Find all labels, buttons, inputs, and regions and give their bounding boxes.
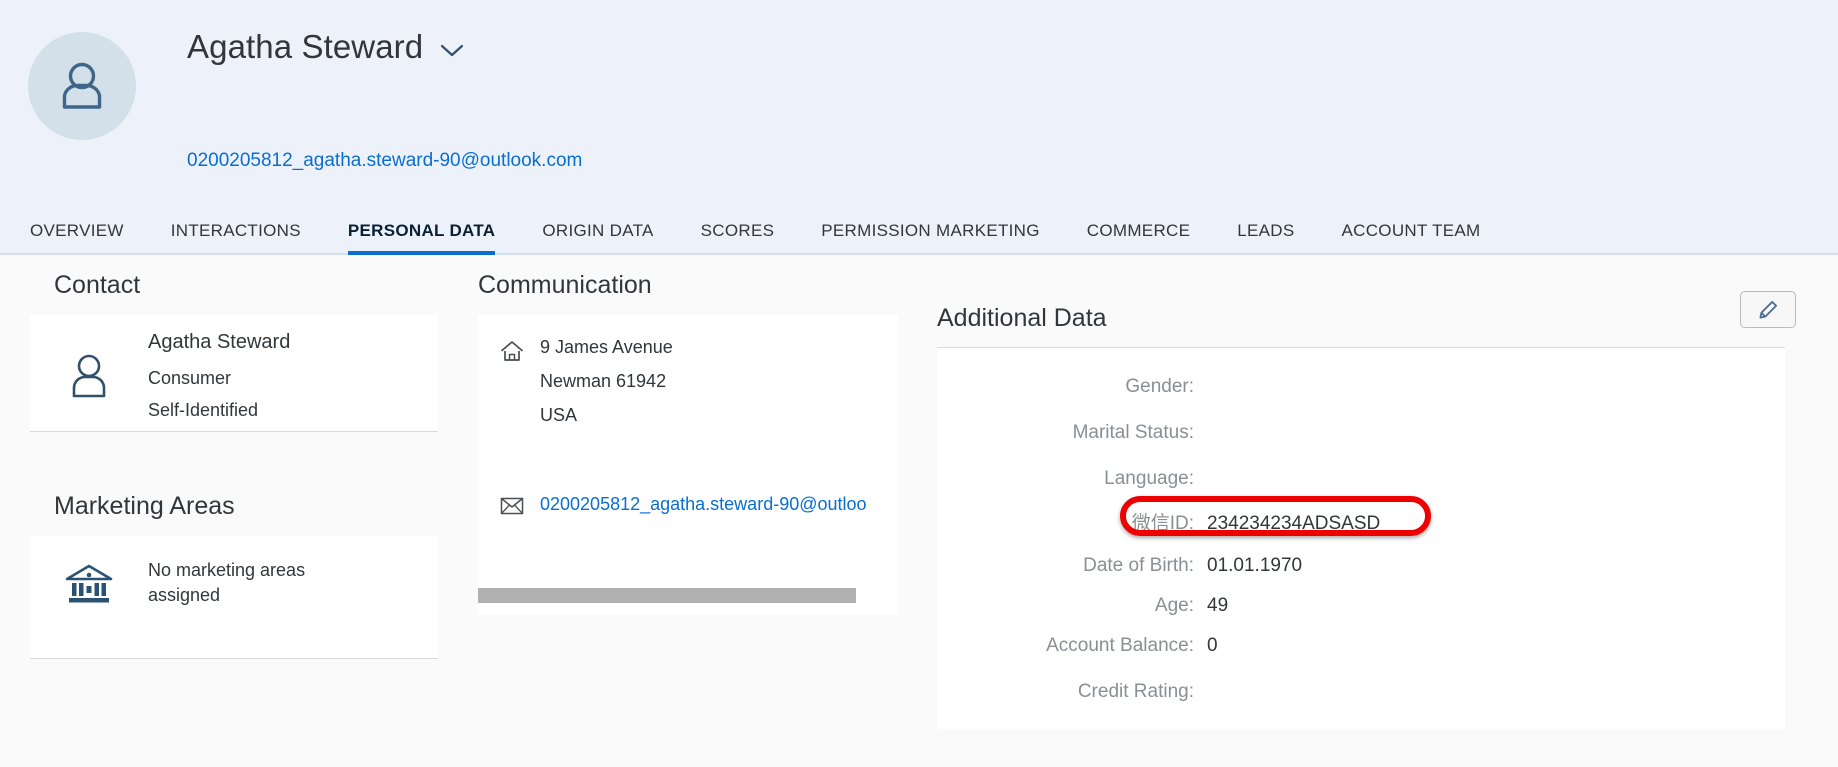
- address-row: 9 James Avenue Newman 61942 USA: [478, 315, 898, 439]
- contact-origin: Self-Identified: [148, 400, 259, 420]
- field-row-gender: Gender:: [937, 370, 1785, 398]
- field-row-marital-status: Marital Status:: [937, 416, 1785, 444]
- field-label: Marital Status:: [1072, 422, 1194, 443]
- chevron-down-icon[interactable]: [439, 37, 465, 63]
- additional-data-card: Gender: Marital Status: Language: 微信ID: …: [937, 347, 1785, 729]
- contact-section-title: Contact: [54, 271, 141, 299]
- object-page-header: Agatha Steward 0200205812_agatha.steward…: [0, 0, 1838, 255]
- home-icon: [478, 337, 540, 363]
- contact-column: Contact Agatha Steward Consumer Self-Ide…: [30, 271, 438, 659]
- field-label: Account Balance:: [1046, 635, 1194, 656]
- field-value: 0: [1207, 635, 1218, 656]
- field-row-language: Language:: [937, 462, 1785, 490]
- address-line-1: 9 James Avenue: [540, 337, 673, 357]
- contact-card: Agatha Steward Consumer Self-Identified: [30, 315, 438, 432]
- person-avatar-icon: [62, 62, 102, 109]
- field-label: Credit Rating:: [1077, 681, 1194, 702]
- tab-origin-data[interactable]: ORIGIN DATA: [542, 205, 653, 255]
- communication-email-link[interactable]: 0200205812_agatha.steward-90@outloo: [540, 494, 867, 515]
- communication-card: 9 James Avenue Newman 61942 USA 02002058…: [478, 315, 898, 615]
- header-email-link[interactable]: 0200205812_agatha.steward-90@outlook.com: [187, 150, 582, 172]
- tab-personal-data[interactable]: PERSONAL DATA: [347, 205, 496, 255]
- object-title-row: Agatha Steward: [187, 28, 465, 66]
- page-content: Contact Agatha Steward Consumer Self-Ide…: [0, 257, 1838, 767]
- field-label: 微信ID:: [1131, 513, 1194, 534]
- tab-overview[interactable]: OVERVIEW: [30, 205, 124, 255]
- marketing-areas-card: No marketing areas assigned: [30, 536, 438, 659]
- scrollbar-thumb[interactable]: [478, 588, 856, 603]
- tab-interactions[interactable]: INTERACTIONS: [171, 205, 301, 255]
- contact-type: Consumer: [148, 368, 232, 388]
- tab-commerce[interactable]: COMMERCE: [1087, 205, 1190, 255]
- field-row-account-balance: Account Balance: 0: [937, 635, 1785, 657]
- bank-building-icon: [30, 558, 148, 606]
- field-label: Date of Birth:: [1083, 555, 1194, 576]
- field-label: Age:: [1154, 595, 1194, 616]
- field-value: 01.01.1970: [1207, 555, 1303, 576]
- page-title: Agatha Steward: [187, 28, 424, 65]
- horizontal-scrollbar[interactable]: [478, 588, 898, 603]
- field-value: 234234234ADSASD: [1207, 513, 1381, 534]
- tab-bar: OVERVIEW INTERACTIONS PERSONAL DATA ORIG…: [0, 205, 1838, 255]
- address-lines: 9 James Avenue Newman 61942 USA: [540, 337, 673, 439]
- field-label: Language:: [1104, 468, 1194, 489]
- email-row: 0200205812_agatha.steward-90@outloo: [478, 439, 898, 515]
- envelope-icon: [478, 494, 540, 515]
- tab-permission-marketing[interactable]: PERMISSION MARKETING: [821, 205, 1040, 255]
- contact-name: Agatha Steward: [148, 331, 291, 353]
- marketing-areas-section: Marketing Areas No marketing areas assig…: [30, 492, 438, 659]
- contact-details: Agatha Steward Consumer Self-Identified: [148, 329, 290, 432]
- tab-account-team[interactable]: ACCOUNT TEAM: [1342, 205, 1481, 255]
- tab-scores[interactable]: SCORES: [701, 205, 775, 255]
- field-label: Gender:: [1125, 376, 1194, 397]
- avatar[interactable]: [28, 32, 136, 140]
- address-line-3: USA: [540, 405, 578, 425]
- marketing-areas-empty-text: No marketing areas assigned: [148, 560, 306, 605]
- address-line-2: Newman 61942: [540, 371, 667, 391]
- communication-section-title: Communication: [478, 271, 652, 299]
- marketing-areas-section-title: Marketing Areas: [54, 492, 235, 520]
- field-value: 49: [1207, 595, 1229, 616]
- field-row-date-of-birth: Date of Birth: 01.01.1970: [937, 555, 1785, 577]
- additional-data-section-title: Additional Data: [937, 304, 1107, 332]
- tab-leads[interactable]: LEADS: [1237, 205, 1294, 255]
- field-row-age: Age: 49: [937, 595, 1785, 617]
- person-icon: [30, 329, 148, 400]
- communication-column: Communication 9 James Avenue Newman 6194…: [478, 271, 898, 615]
- field-row-wechat-id: 微信ID: 234234234ADSASD: [937, 496, 1785, 536]
- personal-data-page: Agatha Steward 0200205812_agatha.steward…: [0, 0, 1838, 767]
- field-row-credit-rating: Credit Rating:: [937, 675, 1785, 703]
- additional-data-column: Additional Data Gender: Marital Status: …: [937, 304, 1785, 729]
